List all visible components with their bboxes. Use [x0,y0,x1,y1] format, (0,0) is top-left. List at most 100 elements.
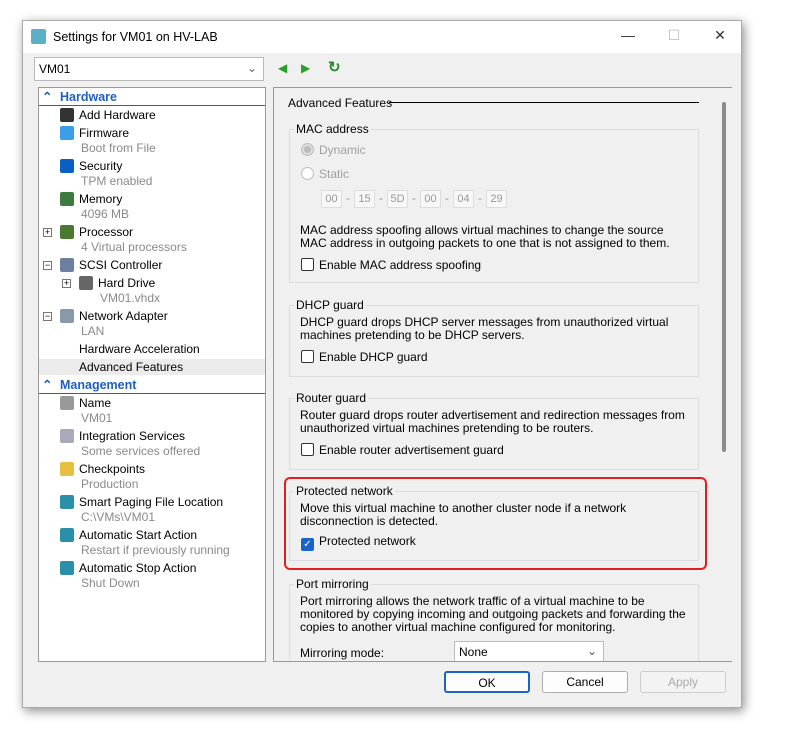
memory-icon [60,192,74,206]
close-button[interactable]: ✕ [705,27,735,47]
protected-network-checkbox[interactable]: ✓ Protected network [301,534,416,551]
hard-drive-icon [79,276,93,290]
tree-item-firmware[interactable]: Firmware [39,125,265,141]
tree-item-label: Processor [79,225,134,239]
ok-button[interactable]: OK [444,671,530,693]
tree-item-scsi-controller[interactable]: − SCSI Controller [39,257,265,273]
collapse-icon[interactable]: − [43,261,52,270]
scrollbar-thumb[interactable] [722,102,726,452]
tree-item-name[interactable]: Name [39,395,265,411]
tree-item-processor[interactable]: + Processor [39,224,265,240]
dynamic-radio[interactable]: Dynamic [301,143,366,157]
integration-services-icon [60,429,74,443]
mac-octet[interactable]: 5D [387,190,408,208]
cancel-button[interactable]: Cancel [542,671,628,693]
tree-item-label: Firmware [79,126,129,140]
tree-item-detail: VM01.vhdx [100,291,161,305]
dhcp-guard-group: DHCP guard DHCP guard drops DHCP server … [289,298,699,377]
router-description: Router guard drops router advertisement … [300,408,685,435]
tree-item-label: Network Adapter [79,309,168,323]
processor-icon [60,225,74,239]
mac-octet[interactable]: 29 [486,190,507,208]
mac-octet[interactable]: 00 [321,190,342,208]
maximize-button[interactable]: ☐ [659,27,689,47]
tree-item-label: Hard Drive [98,276,156,290]
collapse-icon[interactable]: − [43,312,52,321]
divider [389,102,699,103]
mac-octet[interactable]: 00 [420,190,441,208]
add-hardware-icon [60,108,74,122]
mac-octet[interactable]: 15 [354,190,375,208]
scrollbar[interactable] [718,88,732,661]
port-mirroring-group: Port mirroring Port mirroring allows the… [289,577,699,661]
title-bar: Settings for VM01 on HV-LAB — ☐ ✕ [23,21,741,53]
tree-item-detail: Restart if previously running [81,543,230,557]
protected-description: Move this virtual machine to another clu… [300,501,627,528]
tree-item-detail: 4096 MB [81,207,130,221]
group-label: Router guard [294,391,369,405]
tree-item-label: Automatic Start Action [79,528,198,542]
app-icon [31,29,46,44]
tree-item-label: Hardware Acceleration [79,342,200,356]
auto-stop-icon [60,561,74,575]
tree-item-detail: Some services offered [81,444,201,458]
protected-network-group: Protected network Move this virtual mach… [289,484,699,561]
section-label: Management [60,378,137,392]
static-radio[interactable]: Static [301,167,349,181]
tree-item-detail: LAN [81,324,105,338]
smart-paging-icon [60,495,74,509]
mirroring-mode-label: Mirroring mode: [300,646,385,660]
mirroring-mode-select[interactable]: None ⌄ [454,641,604,661]
tree-item-hard-drive[interactable]: + Hard Drive [39,275,265,291]
group-label: Port mirroring [294,577,371,591]
section-management[interactable]: ⌃ Management [39,377,265,394]
tree-item-label: Automatic Stop Action [79,561,197,575]
name-icon [60,396,74,410]
minimize-button[interactable]: — [613,27,643,47]
refresh-button[interactable]: ↻ [328,58,341,76]
tree-item-security[interactable]: Security [39,158,265,174]
mirror-description: Port mirroring allows the network traffi… [300,594,686,634]
checkpoints-icon [60,462,74,476]
section-label: Hardware [60,90,117,104]
chevron-down-icon: ⌄ [246,61,257,75]
tree-item-label: Checkpoints [79,462,146,476]
tree-item-detail: VM01 [81,411,113,425]
tree-item-detail: TPM enabled [81,174,153,188]
collapse-icon[interactable]: ⌃ [42,377,52,393]
tree-item-automatic-stop-action[interactable]: Automatic Stop Action [39,560,265,576]
forward-button[interactable]: ▶ [301,61,310,75]
tree-item-add-hardware[interactable]: Add Hardware [39,107,265,123]
tree-item-network-adapter[interactable]: − Network Adapter [39,308,265,324]
expand-icon[interactable]: + [43,228,52,237]
group-label: DHCP guard [294,298,366,312]
tree-item-checkpoints[interactable]: Checkpoints [39,461,265,477]
tree-item-hardware-acceleration[interactable]: Hardware Acceleration [39,341,265,357]
tree-item-integration-services[interactable]: Integration Services [39,428,265,444]
group-label: MAC address [294,122,371,136]
settings-panel: Advanced Features MAC address Dynamic St… [273,87,732,662]
expand-icon[interactable]: + [62,279,71,288]
tree-item-label: Smart Paging File Location [79,495,224,509]
tree-item-smart-paging-file-location[interactable]: Smart Paging File Location [39,494,265,510]
router-guard-checkbox[interactable]: Enable router advertisement guard [301,443,504,457]
group-label: Protected network [294,484,395,498]
tree-item-label: Memory [79,192,123,206]
panel-title: Advanced Features [288,96,393,110]
tree-item-detail: Boot from File [81,141,156,155]
section-hardware[interactable]: ⌃ Hardware [39,89,265,106]
tree-item-advanced-features[interactable]: Advanced Features [39,359,265,375]
collapse-icon[interactable]: ⌃ [42,89,52,105]
dhcp-guard-checkbox[interactable]: Enable DHCP guard [301,350,428,364]
mac-octet[interactable]: 04 [453,190,474,208]
back-button[interactable]: ◀ [278,61,287,75]
mac-spoofing-checkbox[interactable]: Enable MAC address spoofing [301,258,481,272]
tree-item-automatic-start-action[interactable]: Automatic Start Action [39,527,265,543]
network-adapter-icon [60,309,74,323]
tree-item-memory[interactable]: Memory [39,191,265,207]
settings-tree: ⌃ Hardware Add Hardware Firmware Boot from F… [38,87,266,662]
apply-button[interactable]: Apply [640,671,726,693]
mac-address-field[interactable]: 00-15-5D -00-04-29 [321,190,507,208]
chevron-down-icon: ⌄ [586,644,597,658]
vm-selector[interactable]: VM01 ⌄ [34,57,264,81]
